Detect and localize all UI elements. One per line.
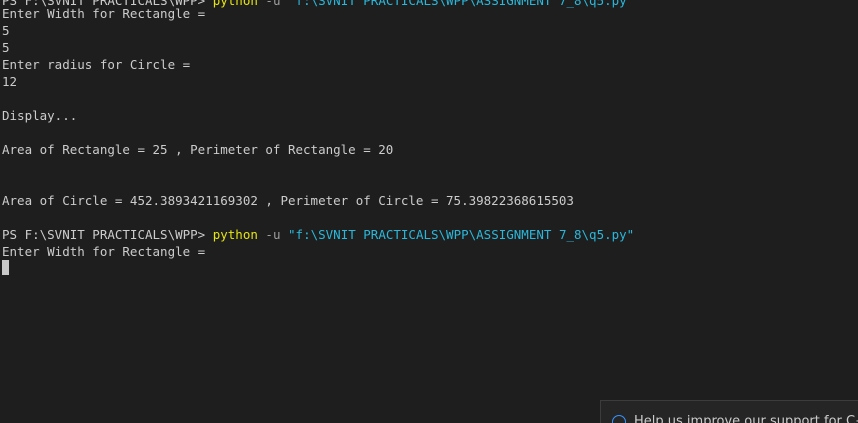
output-line: Area of Rectangle = 25 , Perimeter of Re… [2,142,394,157]
output-line: Enter radius for Circle = [2,57,191,72]
prompt-prefix: PS F:\SVNIT PRACTICALS\WPP> [2,227,206,242]
output-line: Enter Width for Rectangle = [2,6,206,21]
notification-message: Help us improve our support for C++ [634,414,858,423]
command-path: "f:\SVNIT PRACTICALS\WPP\ASSIGNMENT 7_8\… [288,227,635,242]
terminal-prompt-line: PS F:\SVNIT PRACTICALS\WPP> python -u "f… [2,226,634,243]
command-path: "f:\SVNIT PRACTICALS\WPP\ASSIGNMENT 7_8\… [288,0,635,8]
output-line: 5 [2,40,10,55]
terminal-panel[interactable]: PS F:\SVNIT PRACTICALS\WPP> python -u "f… [0,0,858,423]
command-flag: -u [265,0,281,8]
output-line: Enter Width for Rectangle = [2,244,206,259]
output-line: Area of Circle = 452.3893421169302 , Per… [2,193,574,208]
command-python: python [212,0,258,8]
notification-toast[interactable]: Help us improve our support for C++ [600,400,858,423]
output-line: 5 [2,23,10,38]
command-flag: -u [265,227,281,242]
output-line: 12 [2,74,18,89]
info-icon [612,415,626,423]
output-line: Display... [2,108,78,123]
terminal-cursor [2,260,9,275]
command-python: python [212,227,258,242]
